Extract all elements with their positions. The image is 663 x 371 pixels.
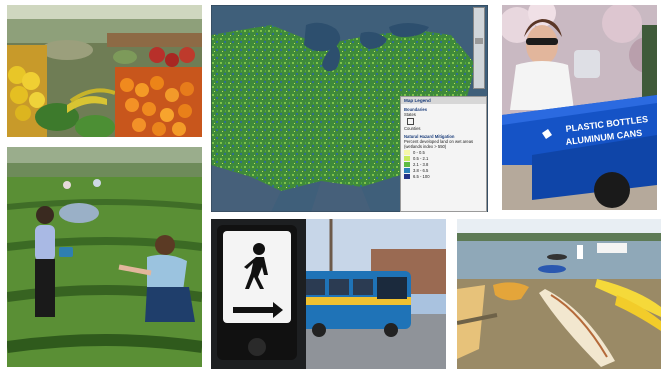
hazard-map-panel[interactable]: Map Legend Boundaries States Counties Na… [211,5,488,212]
legend-class-label: 0.5 - 2.1 [413,155,429,161]
recycling-bin-photo: PLASTIC BOTTLES ALUMINUM CANS [502,5,657,210]
kayaks-photo [457,219,661,369]
zoom-slider-thumb[interactable] [475,38,483,44]
counties-label: Counties [404,126,421,131]
legend-class-label: 3.8 - 6.5 [413,167,429,173]
legend-swatch [404,173,410,179]
legend-swatch [404,155,410,161]
legend-swatch [404,161,410,167]
map-legend-panel: Map Legend Boundaries States Counties Na… [400,96,487,212]
counties-checkbox[interactable] [407,118,414,125]
produce-market-photo [7,5,202,137]
legend-class-row: 6.5 - 100 [401,173,486,179]
walk-signal-bus-photo [211,219,446,369]
legend-description: Percent developed land on wet areas (wet… [404,139,474,149]
legend-class-label: 6.5 - 100 [413,173,430,179]
legend-class-label: 2.1 - 3.8 [413,161,429,167]
legend-swatch [404,149,410,155]
legend-class-label: 0 - 0.5 [413,149,425,155]
legend-class-list: 0 - 0.5 0.5 - 2.1 2.1 - 3.8 3.8 - 6.5 6.5 - … [401,149,486,179]
map-zoom-slider[interactable] [473,7,485,89]
legend-swatch [404,167,410,173]
farm-field-photo [7,147,202,367]
map-legend-title: Map Legend [401,97,486,104]
